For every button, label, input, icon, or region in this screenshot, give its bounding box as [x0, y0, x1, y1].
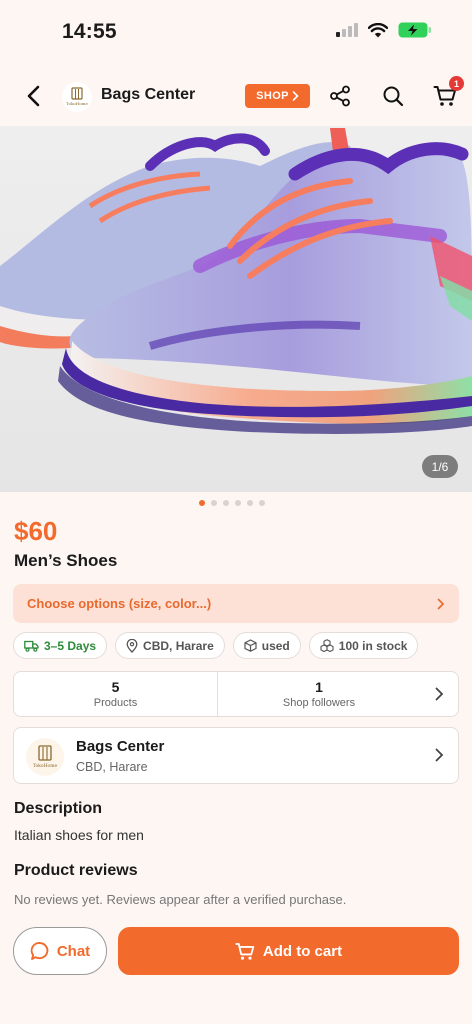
search-icon	[383, 86, 404, 107]
wifi-icon	[368, 22, 388, 37]
reviews-empty-text: No reviews yet. Reviews appear after a v…	[14, 892, 347, 907]
back-arrow-icon	[27, 85, 40, 107]
carousel-dot[interactable]	[199, 500, 205, 506]
carousel-dot[interactable]	[223, 500, 229, 506]
shop-stats-card[interactable]: 5 Products 1 Shop followers	[13, 671, 459, 717]
shop-card-chevron	[435, 748, 444, 767]
carousel-dot[interactable]	[235, 500, 241, 506]
signal-icon	[336, 23, 358, 37]
delivery-tag: 3–5 Days	[13, 632, 108, 659]
condition-tag: used	[232, 632, 301, 659]
carousel-dot[interactable]	[211, 500, 217, 506]
condition-tag-label: used	[261, 638, 290, 653]
followers-count: 1	[315, 679, 323, 695]
shop-logo-text: TokoHome	[66, 101, 88, 106]
description-title: Description	[14, 800, 103, 817]
chevron-right-icon	[437, 598, 445, 609]
products-label: Products	[93, 697, 138, 709]
product-price: $60	[14, 516, 58, 546]
chevron-right-icon	[435, 748, 444, 762]
chevron-right-icon	[435, 687, 443, 701]
cart-button[interactable]: 1	[431, 76, 464, 110]
carousel-dot[interactable]	[259, 500, 265, 506]
shop-card[interactable]: TokoHome Bags Center CBD, Harare	[13, 727, 459, 784]
back-button[interactable]	[18, 81, 48, 111]
stock-icon	[320, 639, 334, 652]
reviews-title: Product reviews	[14, 862, 138, 879]
followers-stat[interactable]: 1 Shop followers	[217, 672, 420, 716]
choose-options-label: Choose options (size, color...)	[27, 596, 212, 611]
status-time: 14:55	[62, 20, 117, 43]
delivery-tag-label: 3–5 Days	[44, 638, 97, 653]
status-bar: 14:55	[0, 0, 472, 64]
image-counter: 1/6	[422, 455, 458, 478]
add-to-cart-button[interactable]: Add to cart	[118, 927, 459, 975]
share-button[interactable]	[326, 82, 354, 110]
shop-logo-icon: TokoHome	[66, 87, 88, 106]
cart-count-badge: 1	[449, 76, 464, 91]
shop-card-logo: TokoHome	[26, 738, 64, 776]
location-pin-icon	[126, 638, 138, 653]
chat-bubble-icon	[30, 942, 49, 960]
chevron-right-icon	[292, 91, 299, 101]
stats-chevron[interactable]	[420, 672, 458, 716]
stock-tag: 100 in stock	[308, 632, 419, 659]
cart-icon	[235, 942, 255, 960]
shop-card-logo-text: TokoHome	[33, 763, 58, 769]
carousel-dots	[0, 500, 472, 506]
shop-button-label: SHOP	[256, 90, 289, 102]
shop-card-name: Bags Center	[76, 738, 165, 755]
products-count: 5	[111, 679, 120, 695]
shop-logo[interactable]: TokoHome	[62, 82, 92, 112]
product-tags: 3–5 Days CBD, Harare used 100 in stock	[13, 632, 419, 659]
shop-logo-icon: TokoHome	[33, 745, 58, 769]
description-text: Italian shoes for men	[14, 827, 144, 843]
shop-name-title[interactable]: Bags Center	[101, 86, 195, 104]
product-image	[0, 128, 472, 434]
search-button[interactable]	[379, 82, 407, 110]
truck-icon	[24, 640, 39, 652]
location-tag: CBD, Harare	[115, 632, 225, 659]
stock-tag-label: 100 in stock	[338, 638, 408, 653]
chat-button-label: Chat	[56, 942, 91, 960]
battery-charging-icon	[398, 22, 431, 38]
share-icon	[330, 85, 350, 107]
product-image-gallery[interactable]: 1/6	[0, 126, 472, 492]
status-icons	[336, 22, 432, 38]
carousel-dot[interactable]	[247, 500, 253, 506]
location-tag-label: CBD, Harare	[143, 638, 214, 653]
add-to-cart-label: Add to cart	[262, 942, 343, 960]
followers-label: Shop followers	[282, 697, 356, 709]
shop-button[interactable]: SHOP	[245, 84, 310, 108]
product-name: Men’s Shoes	[14, 551, 118, 570]
top-nav-bar: TokoHome Bags Center SHOP 1	[0, 72, 472, 122]
products-stat[interactable]: 5 Products	[14, 672, 217, 716]
shop-card-location: CBD, Harare	[76, 760, 148, 774]
box-icon	[244, 639, 257, 652]
chat-button[interactable]: Chat	[13, 927, 107, 975]
choose-options-button[interactable]: Choose options (size, color...)	[13, 584, 459, 623]
